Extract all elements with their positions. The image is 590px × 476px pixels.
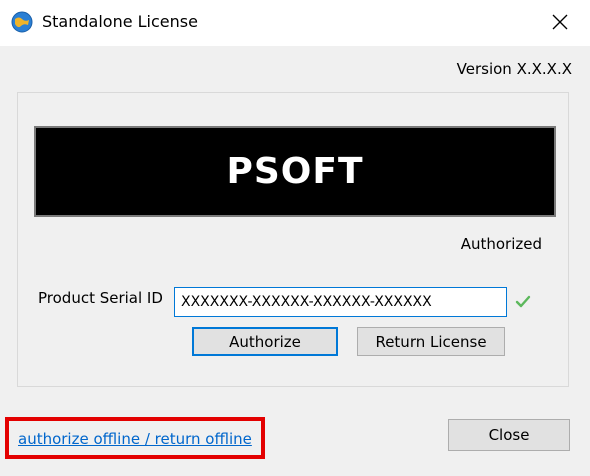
license-status: Authorized (460, 235, 542, 253)
logo-text: PSOFT (226, 151, 364, 192)
serial-id-input[interactable] (174, 287, 507, 317)
return-license-button[interactable]: Return License (357, 327, 505, 356)
close-icon[interactable] (550, 12, 570, 32)
check-icon (515, 295, 531, 308)
window-title: Standalone License (42, 12, 198, 31)
authorize-button[interactable]: Authorize (192, 327, 338, 356)
close-button[interactable]: Close (448, 419, 570, 451)
app-globe-icon (11, 11, 33, 33)
title-bar: Standalone License (0, 0, 590, 46)
serial-id-label: Product Serial ID (38, 289, 163, 307)
offline-authorize-link[interactable]: authorize offline / return offline (18, 430, 252, 448)
version-label: Version X.X.X.X (456, 60, 572, 78)
product-logo-banner: PSOFT (34, 126, 556, 217)
